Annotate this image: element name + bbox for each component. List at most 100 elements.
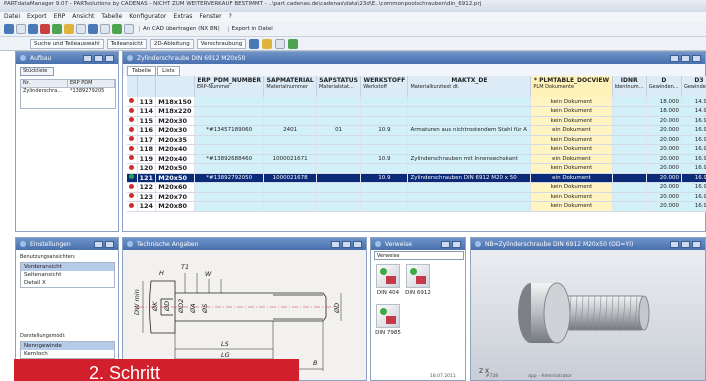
table-cell-plm[interactable]: kein Dokument — [530, 163, 613, 174]
column-header[interactable]: WERKSTOFF Werkstoff — [360, 76, 409, 97]
table-row[interactable]: 117M20x35 kein Dokument 20.00016.933 — [127, 135, 706, 145]
table-cell-stat[interactable] — [316, 154, 362, 164]
table-cell-size[interactable]: M20x60 — [155, 182, 195, 193]
table-row[interactable]: 114M18x220 kein Dokument 18.00014.933 — [127, 106, 706, 117]
table-cell-erp[interactable] — [194, 135, 265, 145]
table-cell-erp[interactable] — [194, 163, 265, 174]
table-cell-mat[interactable] — [263, 192, 317, 202]
table-cell-id[interactable] — [612, 163, 647, 174]
status-cell[interactable] — [127, 144, 138, 155]
view-option[interactable]: Vorderansicht — [21, 263, 114, 271]
table-cell-id[interactable] — [612, 182, 647, 193]
cad-transfer-button[interactable]: An CAD übertragen (NX 8N) — [139, 26, 223, 32]
close-icon[interactable] — [105, 240, 114, 248]
column-header[interactable] — [127, 76, 138, 97]
table-cell-id[interactable] — [612, 135, 647, 145]
status-cell[interactable] — [127, 182, 138, 193]
table-row[interactable]: 122M20x60 kein Dokument 20.00016.933 — [127, 182, 706, 193]
table-cell-stat[interactable] — [316, 173, 362, 183]
table-cell-mat[interactable] — [263, 144, 317, 155]
fastening-button[interactable]: Verschraubung — [196, 38, 247, 49]
maximize-icon[interactable] — [681, 54, 690, 62]
table-cell-nr[interactable]: 115 — [137, 116, 157, 126]
table-cell-erp[interactable] — [194, 106, 265, 117]
tab-tabelle[interactable]: Tabelle — [127, 66, 157, 76]
table-cell-text[interactable] — [407, 144, 532, 155]
table-cell-erp[interactable]: *#13892792050 — [194, 173, 265, 183]
table-cell-stat[interactable] — [316, 116, 362, 126]
table-cell-text[interactable]: Armaturen aus nichtrostendem Stahl für A — [407, 125, 532, 136]
table-cell-erp[interactable] — [194, 144, 265, 155]
table-cell-text[interactable] — [407, 201, 532, 212]
menu-export[interactable]: Export — [27, 13, 47, 21]
reference-item[interactable]: DIN 6912 — [405, 264, 431, 296]
table-cell-mat[interactable] — [263, 135, 317, 145]
table-cell-werk[interactable]: 10.9 — [360, 125, 409, 136]
menu-extras[interactable]: Extras — [173, 13, 192, 21]
table-cell-plm[interactable]: kein Dokument — [530, 182, 613, 193]
table-cell-erp[interactable]: *#13892688460 — [194, 154, 265, 164]
table-cell-d[interactable]: 20.000 — [646, 125, 682, 136]
menu-erp[interactable]: ERP — [54, 13, 66, 21]
menu-fenster[interactable]: Fenster — [199, 13, 221, 21]
table-cell-id[interactable] — [612, 173, 647, 183]
table-cell-d[interactable]: 20.000 — [646, 201, 682, 212]
menu-konfigurator[interactable]: Konfigurator — [129, 13, 166, 21]
derivation-2d-button[interactable]: 2D-Ableitung — [149, 38, 194, 49]
table-cell-werk[interactable] — [360, 144, 409, 155]
mode-option[interactable]: Kernloch — [21, 350, 114, 358]
table-cell-nr[interactable]: 116 — [137, 125, 157, 136]
minimize-icon[interactable] — [94, 240, 103, 248]
table-cell-plm[interactable]: kein Dokument — [530, 192, 613, 202]
table-cell-text[interactable] — [407, 135, 532, 145]
delete-icon[interactable] — [40, 24, 50, 34]
table-cell-erp[interactable] — [194, 201, 265, 212]
table-row[interactable]: 113M18x150 kein Dokument 18.00014.933 — [127, 97, 706, 107]
table-cell-plm[interactable]: ein Dokument — [530, 154, 613, 164]
table-cell-werk[interactable] — [360, 182, 409, 193]
table-cell-text[interactable] — [407, 97, 532, 107]
render-icon[interactable] — [288, 38, 299, 49]
3d-model-view[interactable]: Z X — [471, 251, 705, 381]
tree-row[interactable]: Zylinderschra... *1389279205 — [21, 88, 115, 96]
camera-icon[interactable] — [262, 38, 273, 49]
table-cell-mat[interactable] — [263, 201, 317, 212]
table-cell-id[interactable] — [612, 154, 647, 164]
column-header[interactable]: IDNR Identnum... — [612, 76, 647, 97]
table-cell-d3[interactable]: 16.933 — [681, 163, 706, 174]
table-cell-id[interactable] — [612, 144, 647, 155]
table-cell-text[interactable]: Zylinderschrauben mit Innensechskant — [407, 154, 532, 164]
table-cell-werk[interactable] — [360, 116, 409, 126]
table-cell-stat[interactable] — [316, 192, 362, 202]
view-option[interactable]: Seitenansicht — [21, 271, 114, 279]
parts-list-button[interactable]: Stückliste — [20, 67, 54, 76]
layout-icon[interactable] — [275, 38, 286, 49]
table-cell-text[interactable] — [407, 182, 532, 193]
settings-icon[interactable] — [112, 24, 122, 34]
table-cell-id[interactable] — [612, 192, 647, 202]
table-cell-mat[interactable] — [263, 106, 317, 117]
new-icon[interactable] — [4, 24, 14, 34]
table-cell-nr[interactable]: 123 — [137, 192, 157, 202]
table-cell-plm[interactable]: kein Dokument — [530, 144, 613, 155]
refresh-icon[interactable] — [52, 24, 62, 34]
table-cell-nr[interactable]: 119 — [137, 154, 157, 164]
table-cell-stat[interactable] — [316, 182, 362, 193]
table-cell-werk[interactable] — [360, 135, 409, 145]
column-header[interactable]: D Gewinden... — [646, 76, 682, 97]
table-cell-mat[interactable] — [263, 163, 317, 174]
folder-icon[interactable] — [64, 24, 74, 34]
table-cell-size[interactable]: M20x40 — [155, 144, 195, 155]
table-cell-d3[interactable]: 14.933 — [681, 106, 706, 117]
close-icon[interactable] — [692, 240, 701, 248]
table-cell-d3[interactable]: 16.933 — [681, 182, 706, 193]
table-cell-stat[interactable] — [316, 106, 362, 117]
table-cell-size[interactable]: M20x35 — [155, 135, 195, 145]
table-cell-mat[interactable] — [263, 97, 317, 107]
minimize-icon[interactable] — [331, 240, 340, 248]
reference-item[interactable]: DIN 7985 — [375, 304, 401, 336]
close-icon[interactable] — [692, 54, 701, 62]
table-cell-d3[interactable]: 16.933 — [681, 173, 706, 183]
table-cell-size[interactable]: M20x30 — [155, 116, 195, 126]
table-row[interactable]: 124M20x80 kein Dokument 20.00016.933 — [127, 201, 706, 212]
